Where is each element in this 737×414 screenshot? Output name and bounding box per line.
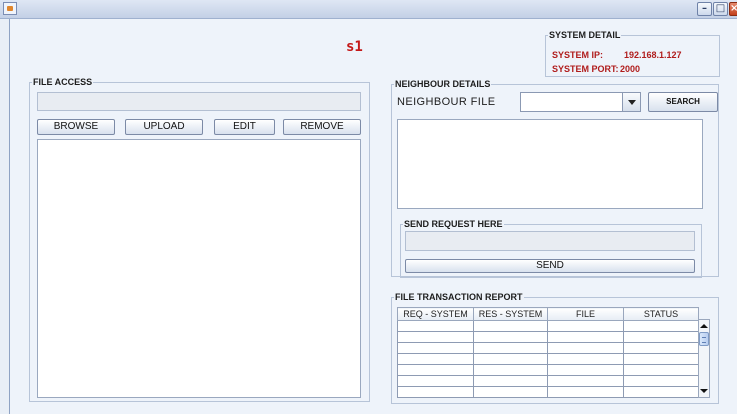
table-cell	[473, 386, 548, 398]
table-row[interactable]	[397, 375, 699, 387]
column-header[interactable]: RES - SYSTEM	[473, 307, 548, 321]
edit-button[interactable]: EDIT	[214, 119, 275, 135]
system-ip-row: SYSTEM IP: 192.168.1.127	[552, 50, 682, 60]
node-name-label: s1	[346, 39, 363, 55]
table-cell	[397, 364, 474, 376]
table-cell	[473, 375, 548, 387]
table-row[interactable]	[397, 353, 699, 365]
table-cell	[547, 342, 624, 354]
upload-button[interactable]: UPLOAD	[125, 119, 203, 135]
scroll-up-icon[interactable]	[699, 321, 709, 331]
column-header[interactable]: REQ - SYSTEM	[397, 307, 474, 321]
neighbour-file-label: NEIGHBOUR FILE	[397, 96, 496, 108]
table-cell	[623, 364, 699, 376]
neighbour-details-legend: NEIGHBOUR DETAILS	[395, 79, 491, 89]
column-header[interactable]: STATUS	[623, 307, 699, 321]
system-port-value: 2000	[620, 64, 641, 74]
table-cell	[397, 342, 474, 354]
system-ip-label: SYSTEM IP:	[552, 50, 604, 60]
neighbour-results-area[interactable]	[397, 119, 703, 209]
table-cell	[547, 320, 624, 332]
table-cell	[547, 353, 624, 365]
table-row[interactable]	[397, 331, 699, 343]
file-access-legend: FILE ACCESS	[33, 77, 93, 87]
table-cell	[473, 320, 548, 332]
chevron-down-icon[interactable]	[622, 93, 640, 111]
table-header-row: REQ - SYSTEM RES - SYSTEM FILE STATUS	[397, 307, 699, 321]
neighbour-file-select[interactable]	[520, 92, 641, 112]
table-cell	[623, 331, 699, 343]
table-cell	[397, 386, 474, 398]
title-bar[interactable]: – □ ×	[0, 0, 737, 19]
system-detail-legend: SYSTEM DETAIL	[549, 30, 621, 40]
transaction-table[interactable]: REQ - SYSTEM RES - SYSTEM FILE STATUS	[397, 307, 699, 398]
table-cell	[623, 342, 699, 354]
table-row[interactable]	[397, 320, 699, 332]
table-cell	[547, 331, 624, 343]
system-ip-value: 192.168.1.127	[624, 50, 682, 60]
column-header[interactable]: FILE	[547, 307, 624, 321]
table-row[interactable]	[397, 364, 699, 376]
table-scrollbar[interactable]	[698, 319, 710, 398]
table-cell	[623, 320, 699, 332]
table-row[interactable]	[397, 386, 699, 398]
table-cell	[473, 364, 548, 376]
table-cell	[473, 353, 548, 365]
table-cell	[397, 320, 474, 332]
table-cell	[547, 386, 624, 398]
system-port-label: SYSTEM PORT:	[552, 64, 619, 74]
system-port-row: SYSTEM PORT: 2000	[552, 64, 640, 74]
minimize-icon[interactable]: –	[697, 2, 712, 16]
table-cell	[397, 375, 474, 387]
table-row[interactable]	[397, 342, 699, 354]
file-path-field[interactable]	[37, 92, 361, 111]
send-request-legend: SEND REQUEST HERE	[404, 219, 503, 229]
table-cell	[547, 364, 624, 376]
file-content-area[interactable]	[37, 139, 361, 398]
table-cell	[623, 375, 699, 387]
table-cell	[623, 386, 699, 398]
table-cell	[623, 353, 699, 365]
java-app-icon	[3, 2, 17, 15]
table-cell	[547, 375, 624, 387]
table-cell	[473, 331, 548, 343]
transaction-report-legend: FILE TRANSACTION REPORT	[395, 292, 523, 302]
send-button[interactable]: SEND	[405, 259, 695, 273]
table-cell	[473, 342, 548, 354]
browse-button[interactable]: BROWSE	[37, 119, 115, 135]
search-button[interactable]: SEARCH	[648, 92, 718, 112]
maximize-icon[interactable]: □	[713, 2, 728, 16]
table-cell	[397, 331, 474, 343]
request-input[interactable]	[405, 231, 695, 251]
scroll-down-icon[interactable]	[699, 386, 709, 396]
close-icon[interactable]: ×	[729, 2, 737, 16]
remove-button[interactable]: REMOVE	[283, 119, 361, 135]
system-detail-group: SYSTEM DETAIL SYSTEM IP: 192.168.1.127 S…	[545, 30, 720, 77]
table-cell	[397, 353, 474, 365]
scroll-thumb[interactable]	[699, 332, 709, 346]
